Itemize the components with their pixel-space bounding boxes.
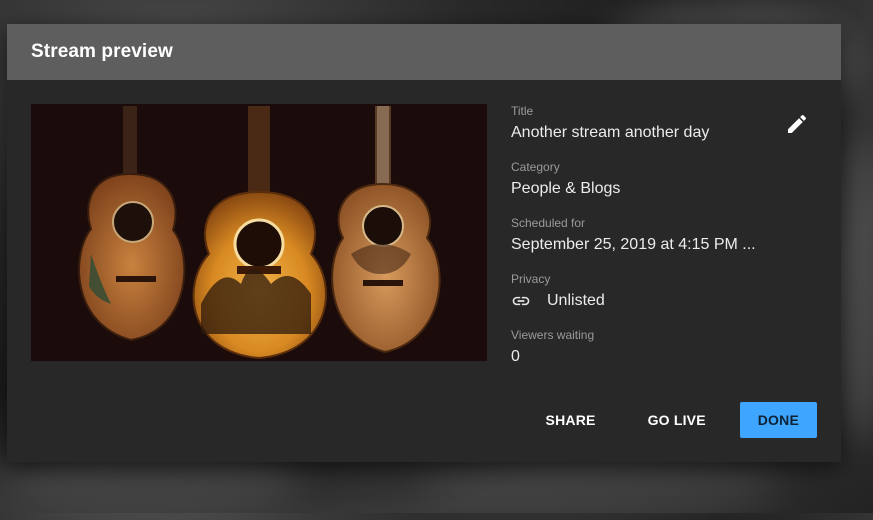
share-button[interactable]: SHARE bbox=[528, 402, 614, 438]
privacy-label: Privacy bbox=[511, 272, 551, 286]
category-field: Category People & Blogs bbox=[511, 160, 811, 200]
title-field: Title Another stream another day bbox=[511, 104, 811, 144]
privacy-value: Unlisted bbox=[547, 292, 605, 309]
guitars-image bbox=[31, 104, 487, 361]
link-icon bbox=[511, 291, 531, 311]
dialog-header: Stream preview bbox=[7, 24, 841, 80]
stream-details: Title Another stream another day Categor… bbox=[511, 104, 811, 384]
pencil-icon[interactable] bbox=[785, 112, 809, 136]
privacy-row: Unlisted bbox=[511, 290, 811, 312]
viewers-field: Viewers waiting 0 bbox=[511, 328, 811, 368]
scheduled-label: Scheduled for bbox=[511, 216, 586, 230]
stream-thumbnail bbox=[31, 104, 487, 361]
privacy-field: Privacy Unlisted bbox=[511, 272, 811, 312]
category-value: People & Blogs bbox=[511, 180, 621, 197]
done-button[interactable]: DONE bbox=[739, 402, 817, 438]
category-label: Category bbox=[511, 160, 560, 174]
scheduled-field: Scheduled for September 25, 2019 at 4:15… bbox=[511, 216, 811, 256]
dialog-actions: SHARE GO LIVE DONE bbox=[512, 402, 817, 438]
viewers-label: Viewers waiting bbox=[511, 328, 595, 342]
scheduled-value: September 25, 2019 at 4:15 PM ... bbox=[511, 236, 756, 253]
title-value: Another stream another day bbox=[511, 124, 710, 141]
dialog-title: Stream preview bbox=[31, 41, 173, 62]
stream-preview-dialog: Stream preview Title Another stream anot… bbox=[7, 24, 841, 462]
go-live-button[interactable]: GO LIVE bbox=[630, 402, 724, 438]
viewers-value: 0 bbox=[511, 348, 520, 365]
title-label: Title bbox=[511, 104, 534, 118]
